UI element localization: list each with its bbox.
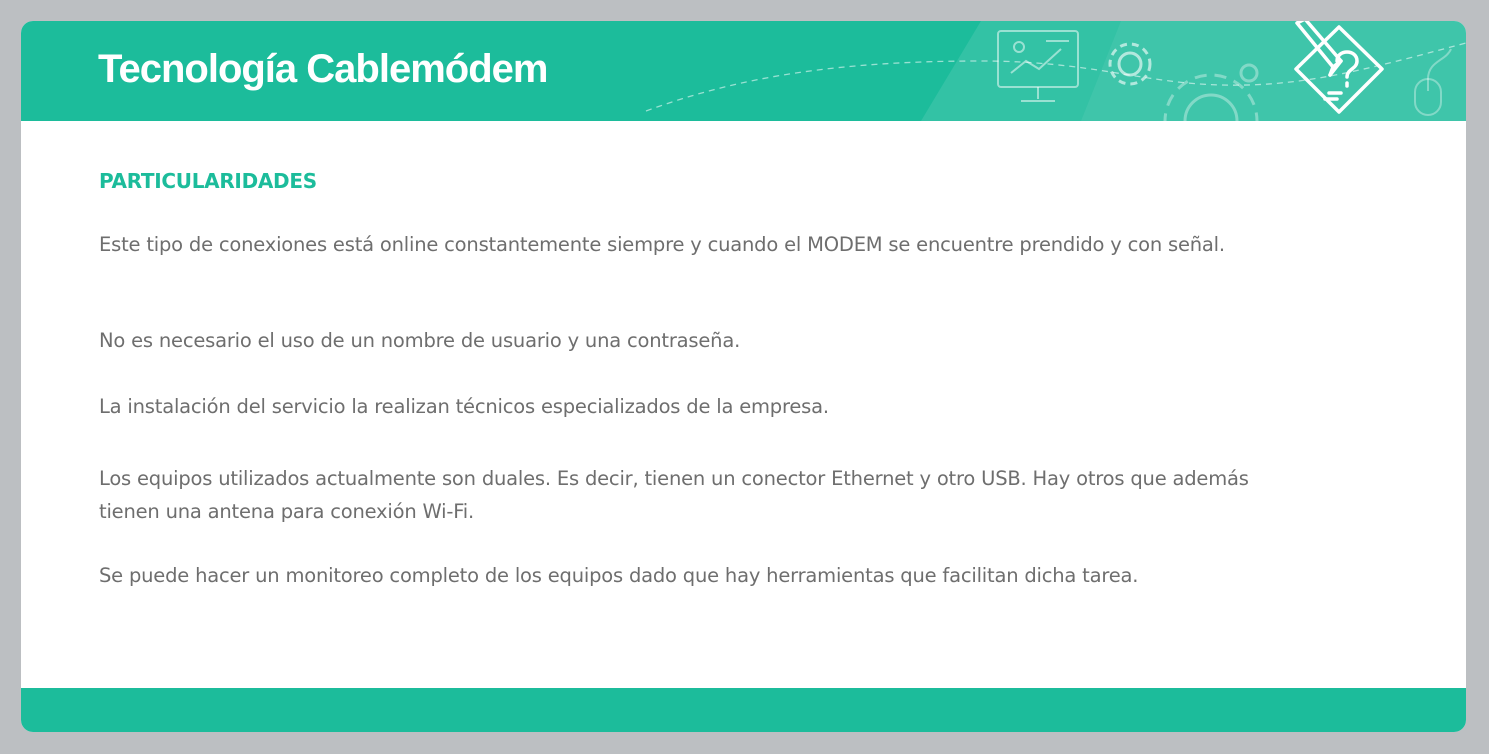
paragraph-monitoring: Se puede hacer un monitoreo completo de … (99, 564, 1139, 587)
pencil-diamond-icon (1294, 21, 1384, 114)
header-bar: Tecnología Cablemódem (21, 21, 1466, 121)
paragraph-no-credentials: No es necesario el uso de un nombre de u… (99, 329, 741, 352)
page-title: Tecnología Cablemódem (98, 47, 548, 91)
slide-card: Tecnología Cablemódem PARTICULARIDADES E… (21, 21, 1466, 732)
paragraph-online-connection: Este tipo de conexiones está online cons… (99, 233, 1225, 256)
paragraph-dual-equipment: Los equipos utilizados actualmente son d… (99, 467, 1249, 523)
section-heading: PARTICULARIDADES (99, 169, 317, 193)
footer-bar (21, 688, 1466, 732)
paragraph-installation: La instalación del servicio la realizan … (99, 395, 829, 418)
